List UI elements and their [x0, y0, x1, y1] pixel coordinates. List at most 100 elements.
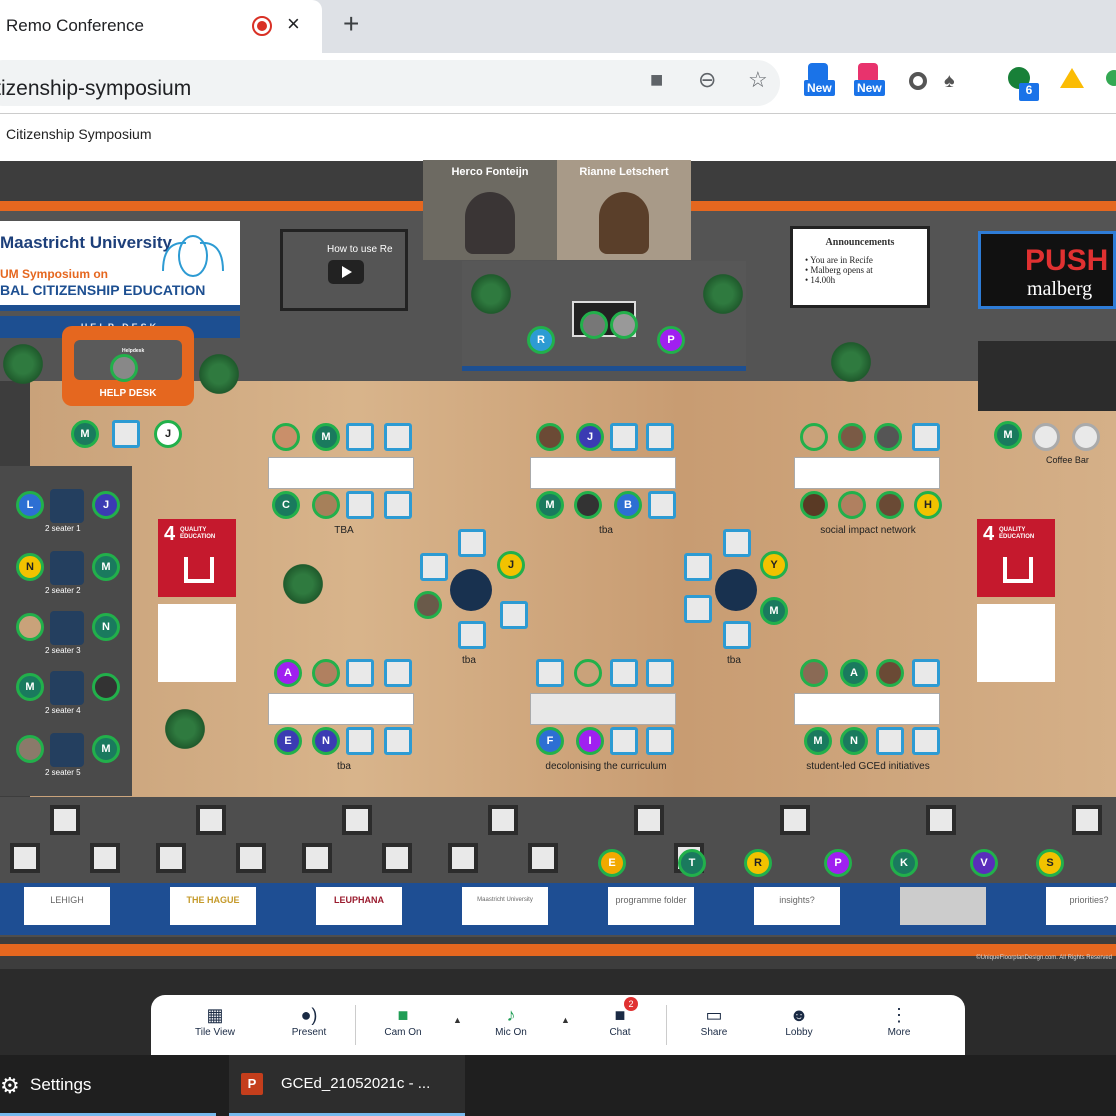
mic-options-caret[interactable]: ▲ — [561, 1015, 570, 1025]
two-seater-table[interactable] — [50, 489, 84, 523]
seat[interactable] — [346, 659, 374, 687]
attendee-avatar[interactable]: I — [576, 727, 604, 755]
two-seater-table[interactable] — [50, 671, 84, 705]
chair[interactable] — [156, 843, 186, 873]
floor-plan[interactable]: ©UniqueFloorplanDesign.com. All Rights R… — [0, 161, 1116, 969]
attendee-avatar[interactable]: M — [760, 597, 788, 625]
table[interactable] — [794, 693, 940, 725]
chair[interactable] — [780, 805, 810, 835]
two-seater-table[interactable] — [50, 733, 84, 767]
bookmark-star-icon[interactable]: ☆ — [748, 68, 768, 92]
table[interactable] — [794, 457, 940, 489]
seat[interactable] — [912, 659, 940, 687]
cam-options-caret[interactable]: ▲ — [453, 1015, 462, 1025]
chair[interactable] — [50, 805, 80, 835]
attendee-avatar[interactable]: Y — [760, 551, 788, 579]
seat[interactable] — [384, 423, 412, 451]
chair[interactable] — [382, 843, 412, 873]
attendee-avatar[interactable]: N — [840, 727, 868, 755]
attendee-avatar[interactable]: A — [840, 659, 868, 687]
attendee-avatar[interactable] — [800, 659, 828, 687]
sponsor-maastricht[interactable]: Maastricht University — [462, 887, 548, 925]
attendee-avatar[interactable] — [16, 613, 44, 641]
cam-on-button[interactable]: ■ Cam On — [371, 1003, 435, 1049]
seat[interactable] — [610, 423, 638, 451]
attendee-avatar[interactable]: M — [804, 727, 832, 755]
seat[interactable] — [384, 659, 412, 687]
seat[interactable] — [458, 621, 486, 649]
attendee-avatar[interactable] — [876, 491, 904, 519]
mic-on-button[interactable]: ♪ Mic On — [479, 1003, 543, 1049]
extension-partial-icon[interactable] — [1106, 70, 1116, 86]
attendee-avatar[interactable] — [800, 423, 828, 451]
seat[interactable] — [420, 553, 448, 581]
attendee-avatar[interactable]: J — [497, 551, 525, 579]
attendee-avatar[interactable] — [874, 423, 902, 451]
attendee-avatar[interactable]: E — [274, 727, 302, 755]
play-icon[interactable] — [328, 260, 364, 284]
seat[interactable] — [723, 529, 751, 557]
chair[interactable] — [528, 843, 558, 873]
taskbar-powerpoint[interactable]: P GCEd_21052021c - ... — [229, 1055, 465, 1116]
seat[interactable] — [912, 727, 940, 755]
seat[interactable] — [384, 727, 412, 755]
seat[interactable] — [346, 423, 374, 451]
attendee-avatar[interactable]: J — [576, 423, 604, 451]
attendee-avatar[interactable]: F — [536, 727, 564, 755]
seat[interactable] — [384, 491, 412, 519]
chat-button[interactable]: ■ Chat 2 — [588, 997, 652, 1049]
video-tile[interactable]: Herco Fonteijn — [423, 160, 557, 260]
attendee-avatar[interactable]: A — [274, 659, 302, 687]
attendee-avatar[interactable]: N — [312, 727, 340, 755]
attendee-avatar[interactable] — [92, 673, 120, 701]
more-button[interactable]: ⋮ More — [867, 1003, 931, 1049]
extension-new-2-icon[interactable]: New — [854, 63, 885, 96]
attendee-avatar[interactable] — [16, 735, 44, 763]
browser-tab[interactable]: Remo Conference × — [0, 0, 322, 53]
attendee-avatar[interactable]: L — [16, 491, 44, 519]
attendee-avatar[interactable]: M — [16, 673, 44, 701]
attendee-avatar[interactable] — [312, 491, 340, 519]
seat[interactable] — [610, 659, 638, 687]
attendee-avatar[interactable]: P — [657, 326, 685, 354]
attendee-avatar[interactable]: M — [71, 420, 99, 448]
attendee-avatar[interactable]: M — [92, 735, 120, 763]
lobby-button[interactable]: ☻ Lobby — [767, 1003, 831, 1049]
attendee-avatar[interactable] — [876, 659, 904, 687]
attendee-avatar[interactable] — [272, 423, 300, 451]
attendee-avatar[interactable]: T — [678, 849, 706, 877]
attendee-avatar[interactable]: M — [536, 491, 564, 519]
taskbar-settings[interactable]: ⚙ Settings — [0, 1055, 216, 1116]
tutorial-video-screen[interactable]: How to use Re — [280, 229, 408, 311]
seat[interactable] — [648, 491, 676, 519]
extension-new-1-icon[interactable]: New — [804, 63, 835, 96]
attendee-avatar[interactable] — [574, 491, 602, 519]
bar-stool[interactable] — [1072, 423, 1100, 451]
chair[interactable] — [196, 805, 226, 835]
zoom-icon[interactable]: ⊖ — [698, 68, 716, 92]
sponsor-the-hague[interactable]: THE HAGUE — [170, 887, 256, 925]
table[interactable] — [268, 693, 414, 725]
chair[interactable] — [448, 843, 478, 873]
tile-view-button[interactable]: ▦ Tile View — [183, 1003, 247, 1049]
seat[interactable] — [684, 595, 712, 623]
sponsor-lehigh[interactable]: LEHIGH — [24, 887, 110, 925]
attendee-avatar[interactable]: R — [527, 326, 555, 354]
chair[interactable] — [634, 805, 664, 835]
attendee-avatar[interactable] — [536, 423, 564, 451]
sponsor-leuphana[interactable]: LEUPHANA — [316, 887, 402, 925]
camera-icon[interactable]: ■ — [650, 68, 663, 92]
attendee-avatar[interactable]: S — [1036, 849, 1064, 877]
seat[interactable] — [346, 727, 374, 755]
extension-circle-icon[interactable] — [909, 72, 927, 90]
priorities-link[interactable]: priorities? — [1046, 887, 1116, 925]
seat[interactable] — [112, 420, 140, 448]
attendee-avatar[interactable] — [610, 311, 638, 339]
chair[interactable] — [90, 843, 120, 873]
attendee-avatar[interactable]: M — [312, 423, 340, 451]
seat[interactable] — [500, 601, 528, 629]
chair[interactable] — [302, 843, 332, 873]
seat[interactable] — [346, 491, 374, 519]
tab-close-button[interactable]: × — [287, 12, 300, 36]
new-tab-button[interactable]: + — [343, 10, 359, 38]
